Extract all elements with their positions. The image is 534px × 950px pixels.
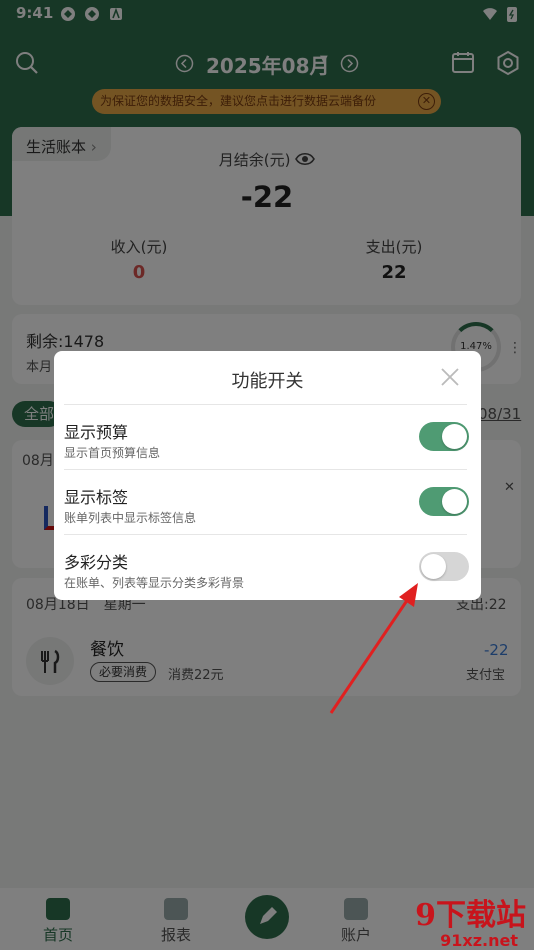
watermark-logo: 9下载站 — [415, 898, 526, 933]
annotation-arrow — [329, 583, 418, 714]
watermark-url: 91xz.net — [440, 931, 518, 950]
